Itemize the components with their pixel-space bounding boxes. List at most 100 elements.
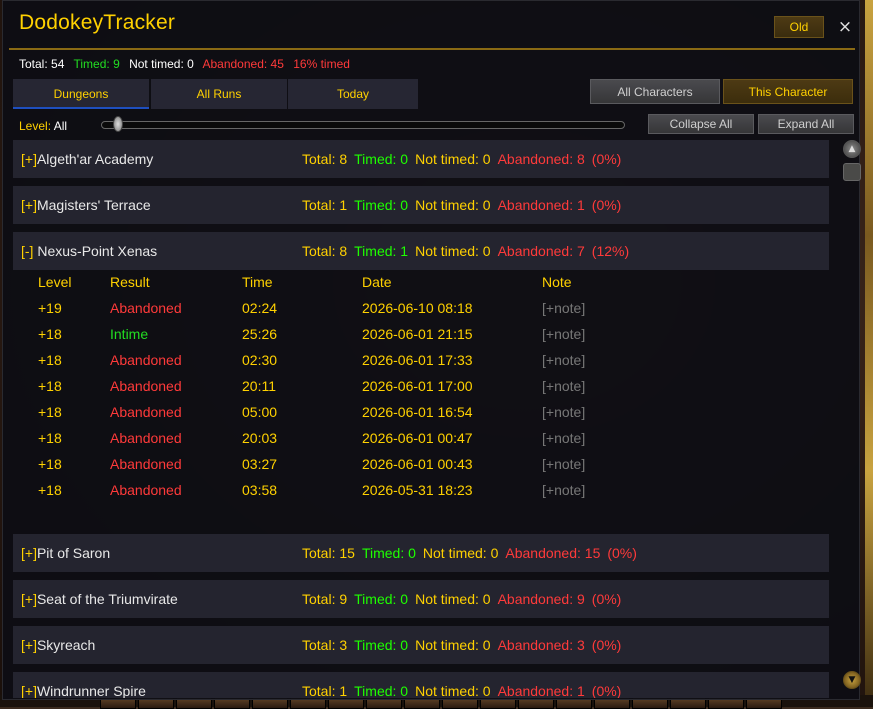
runs-table: Level Result Time Date Note +19 Abandone… (13, 270, 829, 526)
dungeon-stats: Total: 8 Timed: 0 Not timed: 0 Abandoned: 8… (302, 151, 628, 167)
summary-bar: Total: 54 Timed: 9 Not timed: 0 Abandone… (19, 57, 356, 71)
dungeon-stats: Total: 9 Timed: 0 Not timed: 0 Abandoned: 9… (302, 591, 628, 607)
dungeon-stats: Total: 15 Timed: 0 Not timed: 0 Abandoned: … (302, 545, 644, 561)
stat-abandoned: Abandoned: 7 (497, 243, 585, 259)
expand-toggle[interactable]: [+] (21, 591, 37, 607)
stat-percent: (12%) (591, 243, 630, 259)
stat-not-timed: Not timed: 0 (415, 637, 491, 653)
stat-percent: (0%) (591, 591, 622, 607)
level-slider[interactable] (101, 121, 625, 129)
stat-percent: (0%) (591, 637, 622, 653)
dungeon-header-windrunner-spire[interactable]: [+]Windrunner Spire Total: 1 Timed: 0 Not … (13, 672, 829, 698)
dungeon-header-seat-of-the-triumvirate[interactable]: [+]Seat of the Triumvirate Total: 9 Timed… (13, 580, 829, 618)
expand-toggle[interactable]: [+] (21, 151, 37, 167)
dungeon-header-nexus-point-xenas[interactable]: [-] Nexus-Point Xenas Total: 8 Timed: 1 No… (13, 232, 829, 270)
stat-percent: (0%) (607, 545, 637, 561)
header-level: Level (38, 274, 72, 290)
dungeon-stats: Total: 3 Timed: 0 Not timed: 0 Abandoned: 3… (302, 637, 628, 653)
run-time: 02:30 (242, 352, 278, 368)
add-note-link[interactable]: [+note] (542, 378, 585, 394)
stat-percent: (0%) (591, 683, 622, 698)
dungeon-title: Magisters' Terrace (36, 197, 151, 213)
stat-timed: Timed: 0 (354, 591, 409, 607)
dungeon-stats: Total: 8 Timed: 1 Not timed: 0 Abandoned: 7… (302, 243, 636, 259)
run-time: 03:58 (242, 482, 278, 498)
stat-timed: Timed: 0 (354, 151, 409, 167)
level-slider-thumb[interactable] (113, 116, 123, 132)
dungeon-name: [+]Pit of Saron (21, 545, 110, 561)
dungeon-title: Seat of the Triumvirate (36, 591, 178, 607)
stat-not-timed: Not timed: 0 (415, 151, 491, 167)
stat-abandoned: Abandoned: 15 (505, 545, 601, 561)
header-result: Result (110, 274, 150, 290)
level-filter-label: Level: All (19, 119, 67, 133)
tab-dungeons[interactable]: Dungeons (13, 79, 149, 109)
scroll-down-icon[interactable]: ▼ (843, 671, 861, 689)
stat-timed: Timed: 0 (354, 637, 409, 653)
run-time: 25:26 (242, 326, 278, 342)
add-note-link[interactable]: [+note] (542, 352, 585, 368)
run-date: 2026-06-01 17:33 (362, 352, 473, 368)
stat-total: Total: 9 (302, 591, 348, 607)
expand-all-button[interactable]: Expand All (758, 114, 854, 134)
run-level: +18 (38, 404, 62, 420)
add-note-link[interactable]: [+note] (542, 300, 585, 316)
run-date: 2026-06-01 00:47 (362, 430, 473, 446)
tab-today[interactable]: Today (288, 79, 418, 109)
run-date: 2026-06-01 00:43 (362, 456, 473, 472)
collapse-all-button[interactable]: Collapse All (648, 114, 754, 134)
tab-all-runs[interactable]: All Runs (151, 79, 287, 109)
stat-timed: Timed: 0 (361, 545, 416, 561)
dungeon-header-magisters-terrace[interactable]: [+]Magisters' Terrace Total: 1 Timed: 0 No… (13, 186, 829, 224)
add-note-link[interactable]: [+note] (542, 482, 585, 498)
add-note-link[interactable]: [+note] (542, 326, 585, 342)
summary-total: Total: 54 (19, 57, 65, 71)
add-note-link[interactable]: [+note] (542, 456, 585, 472)
window-title: DodokeyTracker (19, 11, 176, 34)
expand-toggle[interactable]: [+] (21, 637, 37, 653)
header-time: Time (242, 274, 273, 290)
stat-abandoned: Abandoned: 8 (497, 151, 585, 167)
dungeon-name: [+]Magisters' Terrace (21, 197, 151, 213)
dungeon-title: Pit of Saron (36, 545, 111, 561)
stat-total: Total: 8 (302, 243, 348, 259)
run-date: 2026-06-01 16:54 (362, 404, 473, 420)
summary-percent: 16% timed (293, 57, 350, 71)
runs-table-header: Level Result Time Date Note (13, 270, 829, 296)
dungeon-name: [+]Seat of the Triumvirate (21, 591, 178, 607)
all-characters-button[interactable]: All Characters (590, 79, 720, 104)
dungeon-title: Algeth'ar Academy (36, 151, 154, 167)
dungeon-header-skyreach[interactable]: [+]Skyreach Total: 3 Timed: 0 Not timed: 0… (13, 626, 829, 664)
stat-timed: Timed: 1 (354, 243, 409, 259)
run-time: 03:27 (242, 456, 278, 472)
expand-toggle[interactable]: [+] (21, 683, 37, 698)
stat-timed: Timed: 0 (354, 683, 409, 698)
table-row: +18 Abandoned 05:00 2026-06-01 16:54 [+n… (13, 400, 829, 426)
table-row: +18 Abandoned 03:27 2026-06-01 00:43 [+n… (13, 452, 829, 478)
header-date: Date (362, 274, 392, 290)
this-character-button[interactable]: This Character (723, 79, 853, 104)
run-level: +18 (38, 456, 62, 472)
dungeon-header-algethar-academy[interactable]: [+]Algeth'ar Academy Total: 8 Timed: 0 Not… (13, 140, 829, 178)
dungeon-header-pit-of-saron[interactable]: [+]Pit of Saron Total: 15 Timed: 0 Not tim… (13, 534, 829, 572)
expand-toggle[interactable]: [+] (21, 197, 37, 213)
run-level: +18 (38, 430, 62, 446)
scroll-up-icon[interactable]: ▲ (843, 140, 861, 158)
add-note-link[interactable]: [+note] (542, 430, 585, 446)
dungeon-title: Windrunner Spire (36, 683, 146, 698)
expand-toggle[interactable]: [+] (21, 545, 37, 561)
old-button[interactable]: Old (774, 16, 824, 38)
close-icon[interactable]: × (835, 17, 855, 37)
stat-not-timed: Not timed: 0 (415, 243, 491, 259)
game-ui-edge (865, 0, 873, 707)
run-time: 20:03 (242, 430, 278, 446)
run-level: +18 (38, 326, 62, 342)
add-note-link[interactable]: [+note] (542, 404, 585, 420)
run-result: Abandoned (110, 352, 182, 368)
collapse-toggle[interactable]: [-] (21, 243, 33, 259)
dungeon-name: [+]Skyreach (21, 637, 95, 653)
run-date: 2026-06-01 21:15 (362, 326, 473, 342)
scrollbar-thumb[interactable] (843, 163, 861, 181)
dungeon-name: [+]Windrunner Spire (21, 683, 146, 698)
dungeon-name: [+]Algeth'ar Academy (21, 151, 153, 167)
